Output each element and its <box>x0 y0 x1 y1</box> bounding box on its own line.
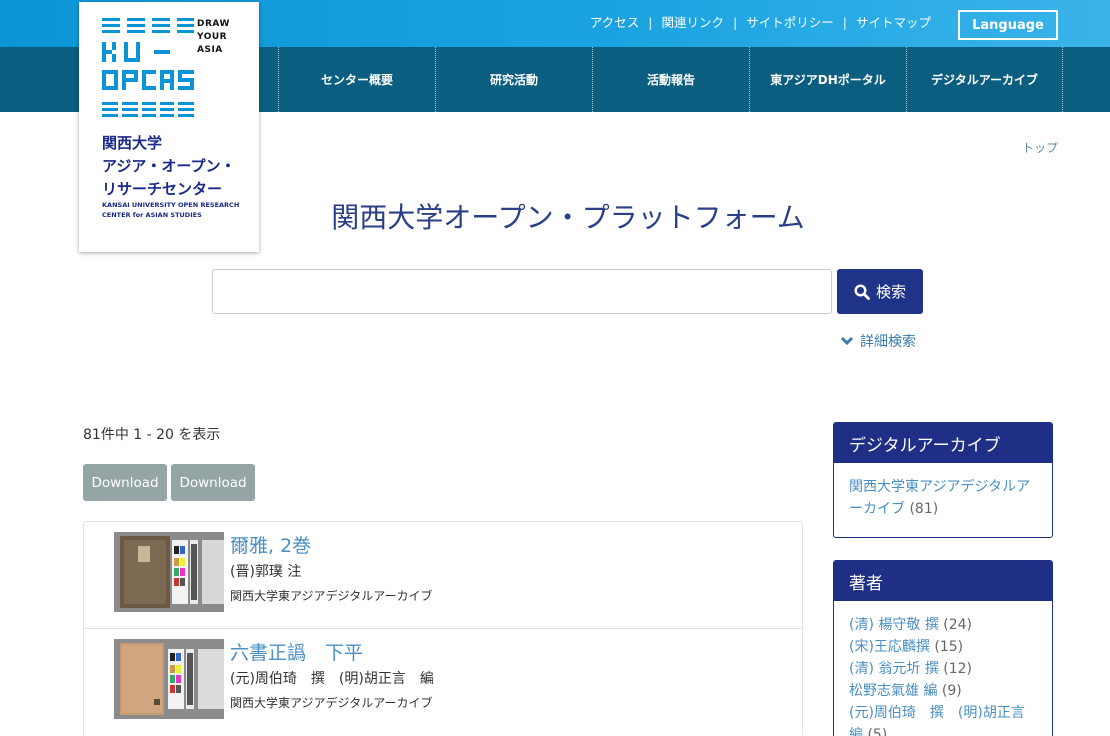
result-source: 関西大学東アジアデジタルアーカイブ <box>230 696 433 710</box>
facet-label: 関西大学東アジアデジタルアーカイブ <box>849 479 1031 517</box>
result-count: 81件中 1 - 20 を表示 <box>83 427 221 443</box>
chevron-down-icon <box>840 336 854 346</box>
facet-label: 松野志氣雄 編 <box>849 683 938 699</box>
facet-item[interactable]: (清) 楊守敬 撰 (24) <box>849 614 1037 636</box>
access-link[interactable]: アクセス <box>581 15 648 31</box>
panel-title: 著者 <box>834 561 1052 601</box>
panel-title: デジタルアーカイブ <box>834 423 1052 463</box>
list-item: 爾雅, 2巻 (晋)郭璞 注 関西大学東アジアデジタルアーカイブ <box>84 522 802 629</box>
facet-count: (15) <box>934 639 964 655</box>
search-button[interactable]: 検索 <box>837 269 923 314</box>
result-title-link[interactable]: 六書正譌 下平 <box>230 638 363 665</box>
nav-east-asia-dh-portal[interactable]: 東アジアDHポータル <box>749 47 906 112</box>
result-title-link[interactable]: 爾雅, 2巻 <box>230 531 311 558</box>
list-item: 六書正譌 下平 (元)周伯琦 撰 (明)胡正言 編 関西大学東アジアデジタルアー… <box>84 629 802 736</box>
facet-label: (清) 翁元圻 撰 <box>849 661 939 677</box>
nav-digital-archive[interactable]: デジタルアーカイブ <box>906 47 1063 112</box>
download-button-2[interactable]: Download <box>171 464 255 501</box>
facet-label: (清) 楊守敬 撰 <box>849 617 939 633</box>
author-facet-panel: 著者 (清) 楊守敬 撰 (24) (宋)王応麟撰 (15) (清) 翁元圻 撰… <box>833 560 1053 736</box>
ku-orcas-logo-mark <box>102 18 194 117</box>
book-cover-image <box>114 639 224 719</box>
logo-japanese-name: 関西大学 アジア・オープン・ リサーチセンター <box>102 134 236 198</box>
separator: | <box>733 15 738 30</box>
search-button-label: 検索 <box>875 283 906 301</box>
nav-reports[interactable]: 活動報告 <box>592 47 749 112</box>
results-list: 爾雅, 2巻 (晋)郭璞 注 関西大学東アジアデジタルアーカイブ 六書正譌 下平… <box>83 521 803 736</box>
site-policy-link[interactable]: サイトポリシー <box>737 15 843 31</box>
download-button-1[interactable]: Download <box>83 464 167 501</box>
facet-count: (12) <box>943 661 973 677</box>
nav-center-overview[interactable]: センター概要 <box>278 47 435 112</box>
facet-item[interactable]: (宋)王応麟撰 (15) <box>849 636 1037 658</box>
result-author: (元)周伯琦 撰 (明)胡正言 編 <box>230 671 434 687</box>
result-author: (晋)郭璞 注 <box>230 564 302 580</box>
advanced-search-label: 詳細検索 <box>860 334 916 350</box>
language-button[interactable]: Language <box>958 10 1058 40</box>
result-thumbnail[interactable] <box>114 532 224 612</box>
separator: | <box>648 15 653 30</box>
facet-count: (81) <box>909 501 939 517</box>
nav-research[interactable]: 研究活動 <box>435 47 592 112</box>
result-source: 関西大学東アジアデジタルアーカイブ <box>230 589 433 603</box>
main-nav: センター概要 研究活動 活動報告 東アジアDHポータル デジタルアーカイブ <box>278 47 1063 112</box>
facet-item[interactable]: 関西大学東アジアデジタルアーカイブ (81) <box>849 476 1037 520</box>
facet-count: (24) <box>943 617 973 633</box>
digital-archive-facet-panel: デジタルアーカイブ 関西大学東アジアデジタルアーカイブ (81) <box>833 422 1053 538</box>
facet-count: (5) <box>867 727 888 736</box>
page-title: 関西大学オープン・プラットフォーム <box>331 201 805 234</box>
search-input[interactable] <box>212 269 832 314</box>
facet-count: (9) <box>941 683 962 699</box>
book-cover-image <box>114 532 224 612</box>
facet-item[interactable]: 松野志氣雄 編 (9) <box>849 680 1037 702</box>
breadcrumb-top-link[interactable]: トップ <box>1022 139 1058 156</box>
sitemap-link[interactable]: サイトマップ <box>847 15 940 31</box>
search-icon <box>854 283 870 300</box>
related-links-link[interactable]: 関連リンク <box>653 15 734 31</box>
facet-label: (宋)王応麟撰 <box>849 639 930 655</box>
separator: | <box>842 15 847 30</box>
utility-links: アクセス | 関連リンク | サイトポリシー | サイトマップ <box>581 15 940 31</box>
logo-tagline: DRAW YOUR ASIA <box>197 19 230 55</box>
advanced-search-link[interactable]: 詳細検索 <box>840 331 916 351</box>
facet-item[interactable]: (清) 翁元圻 撰 (12) <box>849 658 1037 680</box>
facet-item[interactable]: (元)周伯琦 撰 (明)胡正言 編 (5) <box>849 702 1039 736</box>
result-thumbnail[interactable] <box>114 639 224 719</box>
